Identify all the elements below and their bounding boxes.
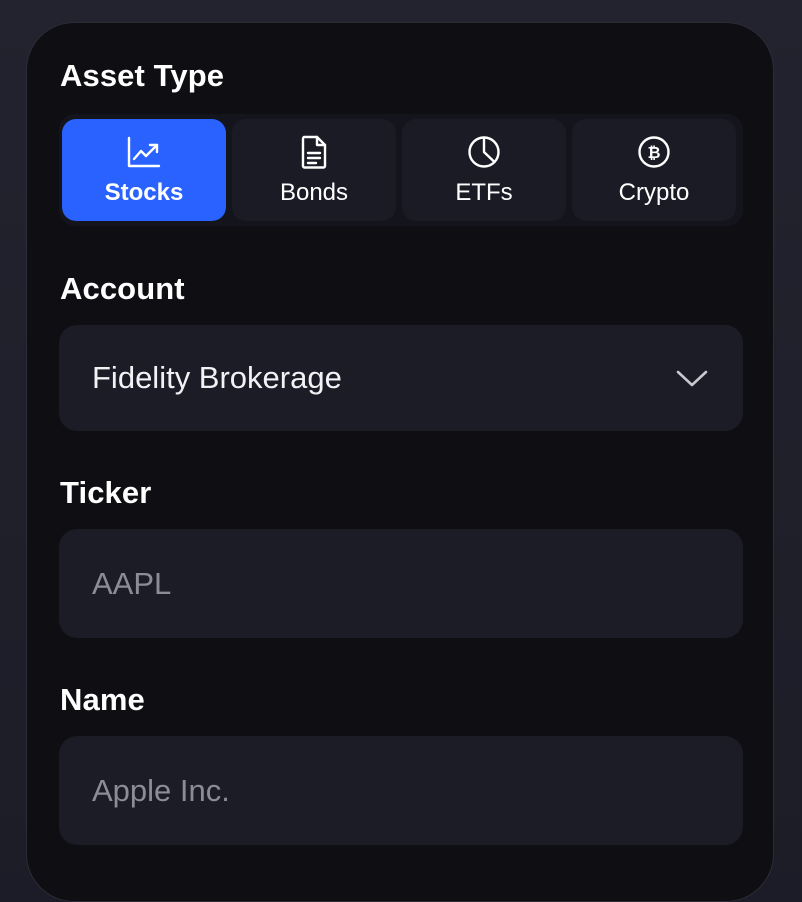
ticker-label: Ticker	[60, 475, 152, 510]
asset-form-card: Asset Type Stocks Bonds ETFs ₿ Crypto Ac…	[26, 22, 774, 902]
asset-type-label: Asset Type	[60, 58, 225, 93]
svg-text:₿: ₿	[647, 143, 660, 162]
ticker-input[interactable]	[92, 565, 692, 602]
document-icon	[296, 134, 332, 170]
bitcoin-icon: ₿	[636, 134, 672, 170]
name-input[interactable]	[92, 772, 692, 809]
asset-type-etfs-label: ETFs	[455, 178, 513, 206]
asset-type-bonds-button[interactable]: Bonds	[232, 119, 396, 221]
asset-type-etfs-button[interactable]: ETFs	[402, 119, 566, 221]
ticker-field	[59, 529, 743, 638]
chevron-down-icon	[675, 368, 709, 388]
asset-type-stocks-label: Stocks	[104, 178, 184, 206]
account-select[interactable]: Fidelity Brokerage	[59, 325, 743, 431]
asset-type-stocks-button[interactable]: Stocks	[62, 119, 226, 221]
account-selected-value: Fidelity Brokerage	[92, 360, 342, 395]
name-field	[59, 736, 743, 845]
asset-type-crypto-button[interactable]: ₿ Crypto	[572, 119, 736, 221]
trending-up-chart-icon	[126, 134, 162, 170]
asset-type-bonds-label: Bonds	[279, 178, 349, 206]
asset-type-selector: Stocks Bonds ETFs ₿ Crypto	[59, 114, 743, 226]
asset-type-crypto-label: Crypto	[618, 178, 690, 206]
pie-chart-icon	[466, 134, 502, 170]
account-label: Account	[60, 271, 185, 306]
name-label: Name	[60, 682, 145, 717]
